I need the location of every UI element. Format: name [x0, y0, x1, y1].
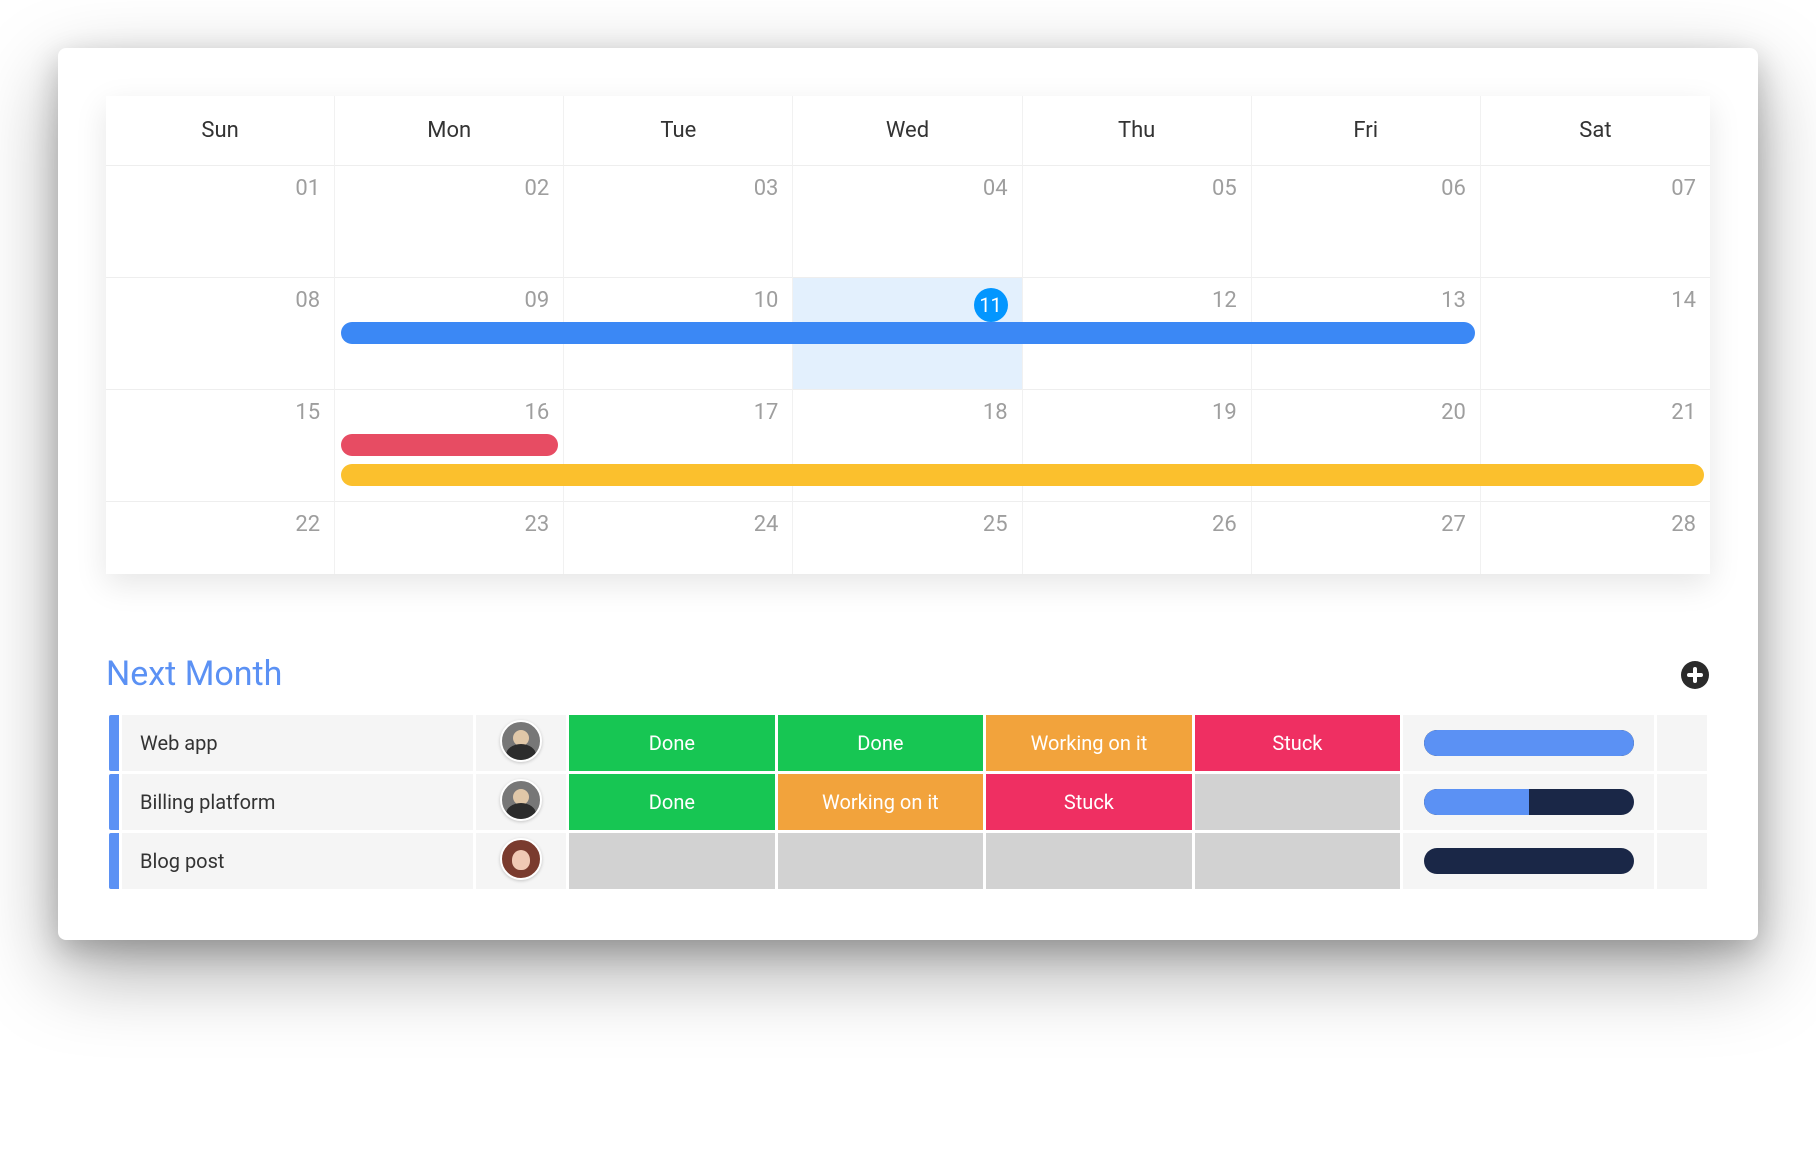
- status-cell[interactable]: Stuck: [1195, 715, 1401, 771]
- status-cell[interactable]: Done: [778, 715, 984, 771]
- avatar-icon: [500, 838, 542, 880]
- calendar-cell[interactable]: 25: [793, 502, 1022, 574]
- day-header-tue: Tue: [564, 96, 793, 166]
- avatar-icon: [500, 779, 542, 821]
- calendar-cell[interactable]: 24: [564, 502, 793, 574]
- plus-circle-icon: [1680, 660, 1710, 690]
- board-title: Next Month: [106, 654, 1710, 694]
- day-header-fri: Fri: [1252, 96, 1481, 166]
- timeline-bar: [1424, 848, 1634, 874]
- status-cell[interactable]: Working on it: [986, 715, 1192, 771]
- calendar-event-bar[interactable]: [341, 322, 1475, 344]
- day-header-mon: Mon: [335, 96, 564, 166]
- calendar-cell[interactable]: 23: [335, 502, 564, 574]
- calendar-cell[interactable]: 03: [564, 166, 793, 278]
- owner-cell[interactable]: [476, 715, 566, 771]
- trailing-cell: [1657, 833, 1707, 889]
- timeline-cell[interactable]: [1403, 774, 1654, 830]
- today-badge: 11: [974, 288, 1008, 322]
- day-header-thu: Thu: [1023, 96, 1252, 166]
- status-cell[interactable]: [1195, 833, 1401, 889]
- status-cell[interactable]: Stuck: [986, 774, 1192, 830]
- task-name[interactable]: Billing platform: [122, 774, 473, 830]
- app-window: Sun Mon Tue Wed Thu Fri Sat 01 02 03 04 …: [58, 48, 1758, 940]
- day-header-sat: Sat: [1481, 96, 1710, 166]
- timeline-bar: [1424, 730, 1634, 756]
- board-section: Next Month Web appDoneDoneWorking on itS…: [106, 654, 1710, 892]
- status-cell[interactable]: [569, 833, 775, 889]
- timeline-cell[interactable]: [1403, 833, 1654, 889]
- row-accent: [109, 715, 119, 771]
- status-cell[interactable]: Done: [569, 774, 775, 830]
- status-cell[interactable]: [1195, 774, 1401, 830]
- board-table: Web appDoneDoneWorking on itStuckBilling…: [106, 712, 1710, 892]
- status-cell[interactable]: Working on it: [778, 774, 984, 830]
- board-row: Web appDoneDoneWorking on itStuck: [109, 715, 1707, 771]
- calendar-cell[interactable]: 08: [106, 278, 335, 390]
- calendar-cell[interactable]: 28: [1481, 502, 1710, 574]
- calendar-row: 01 02 03 04 05 06 07: [106, 166, 1710, 278]
- calendar-cell[interactable]: 27: [1252, 502, 1481, 574]
- add-button[interactable]: [1680, 660, 1710, 690]
- owner-cell[interactable]: [476, 833, 566, 889]
- calendar-event-bar[interactable]: [341, 434, 558, 456]
- calendar-cell[interactable]: 15: [106, 390, 335, 502]
- status-cell[interactable]: [778, 833, 984, 889]
- calendar-cell[interactable]: 14: [1481, 278, 1710, 390]
- row-accent: [109, 774, 119, 830]
- calendar-header: Sun Mon Tue Wed Thu Fri Sat: [106, 96, 1710, 166]
- trailing-cell: [1657, 774, 1707, 830]
- row-accent: [109, 833, 119, 889]
- calendar-cell[interactable]: 02: [335, 166, 564, 278]
- calendar-event-bar[interactable]: [341, 464, 1704, 486]
- calendar-row: 22 23 24 25 26 27 28: [106, 502, 1710, 574]
- calendar-cell[interactable]: 26: [1023, 502, 1252, 574]
- day-header-wed: Wed: [793, 96, 1022, 166]
- task-name[interactable]: Blog post: [122, 833, 473, 889]
- calendar-cell[interactable]: 01: [106, 166, 335, 278]
- avatar-icon: [500, 720, 542, 762]
- calendar-cell[interactable]: 04: [793, 166, 1022, 278]
- owner-cell[interactable]: [476, 774, 566, 830]
- timeline-cell[interactable]: [1403, 715, 1654, 771]
- calendar-body: 01 02 03 04 05 06 07 08 09 10 11 12 13 1…: [106, 166, 1710, 574]
- calendar-cell[interactable]: 05: [1023, 166, 1252, 278]
- day-header-sun: Sun: [106, 96, 335, 166]
- status-cell[interactable]: Done: [569, 715, 775, 771]
- task-name[interactable]: Web app: [122, 715, 473, 771]
- board-row: Blog post: [109, 833, 1707, 889]
- trailing-cell: [1657, 715, 1707, 771]
- calendar-cell[interactable]: 06: [1252, 166, 1481, 278]
- timeline-bar: [1424, 789, 1634, 815]
- calendar: Sun Mon Tue Wed Thu Fri Sat 01 02 03 04 …: [106, 96, 1710, 574]
- board-row: Billing platform DoneWorking on itStuck: [109, 774, 1707, 830]
- status-cell[interactable]: [986, 833, 1192, 889]
- calendar-cell[interactable]: 07: [1481, 166, 1710, 278]
- calendar-cell[interactable]: 22: [106, 502, 335, 574]
